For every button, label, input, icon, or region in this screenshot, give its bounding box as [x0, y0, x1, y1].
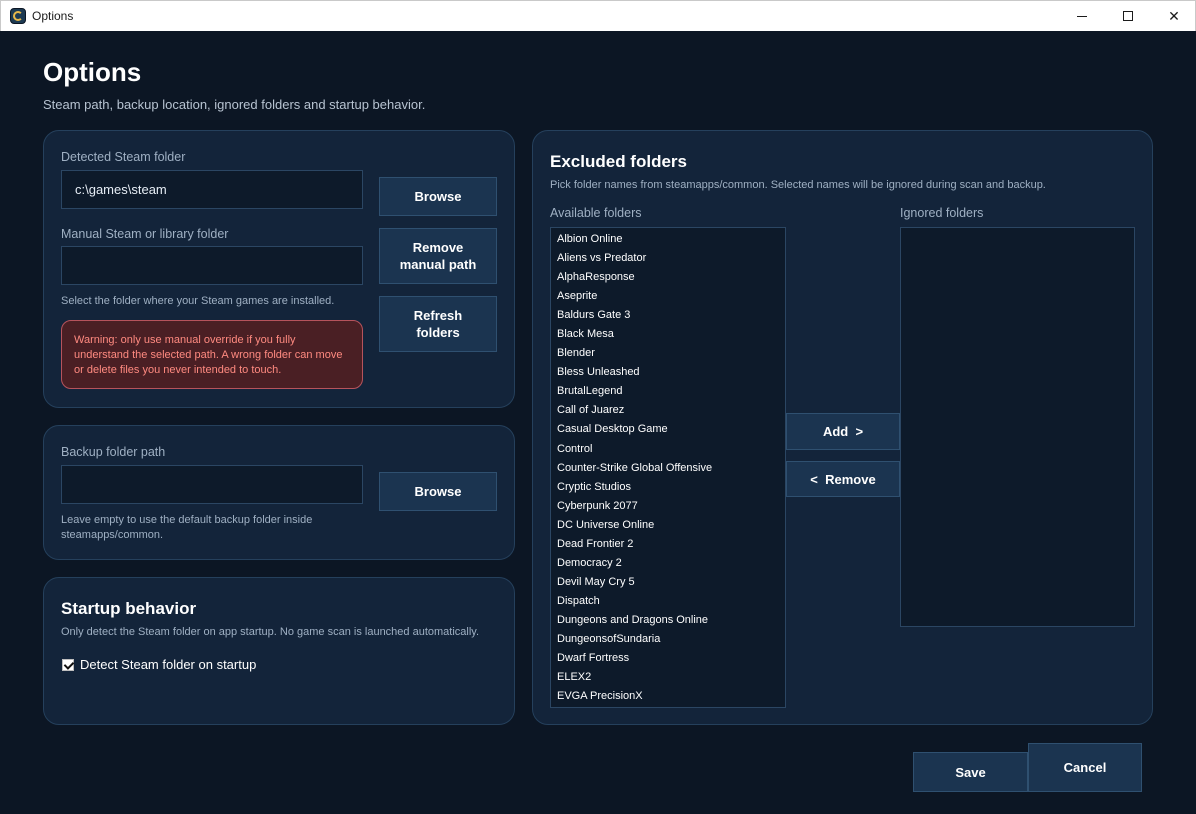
maximize-icon [1123, 11, 1133, 21]
detected-steam-field[interactable]: c:\games\steam [61, 170, 363, 209]
startup-behavior-title: Startup behavior [61, 599, 197, 618]
available-folder-item[interactable]: DC Universe Online [551, 516, 785, 535]
available-folder-item[interactable]: Counter-Strike Global Offensive [551, 459, 785, 478]
backup-folder-hint: Leave empty to use the default backup fo… [61, 514, 313, 541]
steam-folder-hint: Select the folder where your Steam games… [61, 295, 335, 307]
detected-steam-label: Detected Steam folder [61, 150, 186, 164]
available-folders-list[interactable]: Albion Online Aliens vs Predator AlphaResp… [550, 227, 786, 708]
cancel-button[interactable]: Cancel [1028, 743, 1142, 792]
available-folder-item[interactable]: Casual Desktop Game [551, 420, 785, 439]
refresh-folders-button[interactable]: Refresh folders [379, 296, 497, 352]
available-folder-item[interactable]: BrutalLegend [551, 382, 785, 401]
available-folder-item[interactable]: Aliens vs Predator [551, 249, 785, 268]
save-button[interactable]: Save [913, 752, 1028, 792]
available-folder-item[interactable]: Dead Frontier 2 [551, 535, 785, 554]
available-folders-label: Available folders [550, 206, 642, 220]
page-title: Options [43, 57, 142, 87]
available-folder-item[interactable]: Cryptic Studios [551, 478, 785, 497]
add-folder-button[interactable]: Add > [786, 413, 900, 450]
available-folder-item[interactable]: Dwarf Fortress [551, 649, 785, 668]
minimize-icon [1077, 15, 1087, 17]
browse-steam-button[interactable]: Browse [379, 177, 497, 216]
available-folder-item[interactable]: AlphaResponse [551, 268, 785, 287]
available-folder-item[interactable]: Cyberpunk 2077 [551, 497, 785, 516]
backup-folder-label: Backup folder path [61, 445, 166, 459]
close-icon: ✕ [1168, 7, 1180, 24]
available-folder-item[interactable]: Democracy 2 [551, 554, 785, 573]
available-folder-item[interactable]: Dispatch [551, 592, 785, 611]
startup-behavior-description: Only detect the Steam folder on app star… [61, 626, 480, 638]
available-folder-item[interactable]: Devil May Cry 5 [551, 573, 785, 592]
available-folder-item[interactable]: EVGA PrecisionX [551, 687, 785, 706]
detect-on-startup-label: Detect Steam folder on startup [80, 657, 257, 672]
available-folder-item[interactable]: ELEX2 [551, 668, 785, 687]
browse-backup-button[interactable]: Browse [379, 472, 497, 511]
detect-on-startup-checkbox[interactable] [62, 658, 74, 671]
available-folder-item[interactable]: Dungeons and Dragons Online [551, 611, 785, 630]
manual-folder-label: Manual Steam or library folder [61, 227, 229, 241]
title-bar: Options ✕ [0, 0, 1196, 31]
close-button[interactable]: ✕ [1151, 1, 1196, 31]
available-folder-item[interactable]: Bless Unleashed [551, 363, 785, 382]
available-folder-item[interactable]: Control [551, 440, 785, 459]
available-folder-item[interactable]: Black Mesa [551, 325, 785, 344]
minimize-button[interactable] [1059, 1, 1105, 31]
available-folder-item[interactable]: Baldurs Gate 3 [551, 306, 785, 325]
available-folder-item[interactable]: DungeonsofSundaria [551, 630, 785, 649]
excluded-folders-description: Pick folder names from steamapps/common.… [550, 179, 1046, 191]
ignored-folders-label: Ignored folders [900, 206, 984, 220]
remove-manual-path-button[interactable]: Remove manual path [379, 228, 497, 284]
manual-folder-field[interactable] [61, 246, 363, 285]
page-subtitle: Steam path, backup location, ignored fol… [43, 97, 426, 112]
app-icon [10, 8, 26, 24]
manual-override-warning: Warning: only use manual override if you… [61, 320, 363, 389]
available-folder-item[interactable]: Blender [551, 344, 785, 363]
available-folder-item[interactable]: Call of Juarez [551, 401, 785, 420]
backup-folder-field[interactable] [61, 465, 363, 504]
available-folder-item[interactable]: Albion Online [551, 230, 785, 249]
available-folder-item[interactable]: Aseprite [551, 287, 785, 306]
detect-on-startup-option[interactable]: Detect Steam folder on startup [62, 657, 256, 672]
ignored-folders-list[interactable] [900, 227, 1135, 627]
excluded-folders-title: Excluded folders [550, 152, 687, 171]
window-title: Options [32, 9, 74, 23]
remove-folder-button[interactable]: < Remove [786, 461, 900, 497]
maximize-button[interactable] [1105, 1, 1151, 31]
